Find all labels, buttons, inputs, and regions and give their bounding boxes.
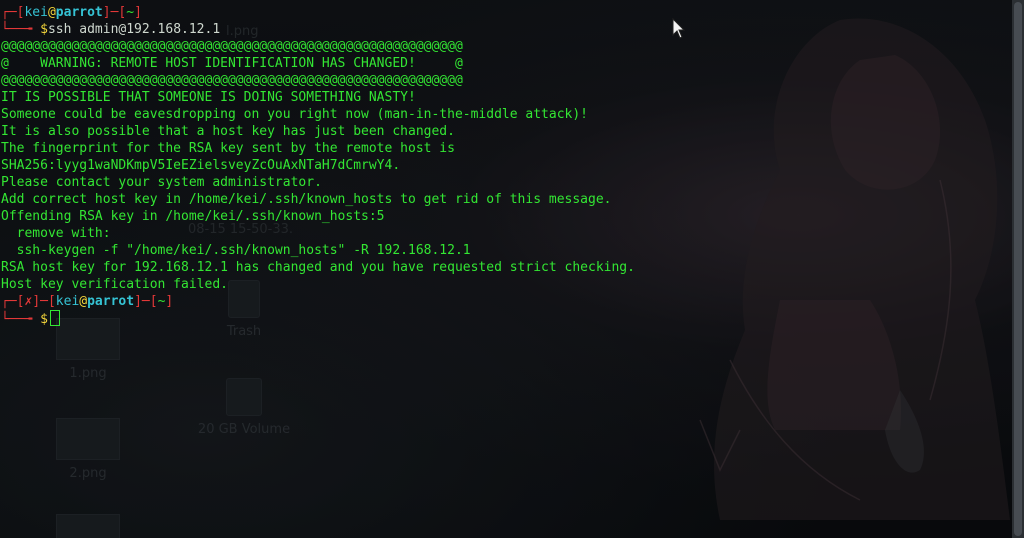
- output-line: IT IS POSSIBLE THAT SOMEONE IS DOING SOM…: [1, 90, 416, 105]
- scrollbar-thumb[interactable]: [1014, 2, 1022, 536]
- prompt-user: kei: [55, 294, 80, 309]
- output-line: Offending RSA key in /home/kei/.ssh/know…: [1, 209, 385, 224]
- output-line: SHA256:lyyg1waNDKmpV5IeEZielsveyZcOuAxNT…: [1, 158, 401, 173]
- output-line: ssh-keygen -f "/home/kei/.ssh/known_host…: [1, 243, 471, 258]
- output-line: It is also possible that a host key has …: [1, 124, 455, 139]
- entered-command: ssh admin@192.168.12.1: [47, 22, 221, 37]
- output-line: Please contact your system administrator…: [1, 175, 322, 190]
- prompt-host: parrot: [55, 5, 103, 20]
- output-line: remove with:: [1, 226, 111, 241]
- prompt-host: parrot: [87, 294, 135, 309]
- desktop-screen: l.png 08-15 15-50-33. Trash 1.png 20 GB …: [0, 0, 1024, 538]
- prompt-at: @: [47, 5, 56, 20]
- prompt-at: @: [79, 294, 88, 309]
- output-line: @ WARNING: REMOTE HOST IDENTIFICATION HA…: [1, 56, 463, 71]
- command-line-1: └──╼ $ssh admin@192.168.12.1: [1, 22, 221, 37]
- command-line-2[interactable]: └──╼ $: [0, 310, 1012, 327]
- prompt-line-2: ┌─[✗]─[kei@parrot]─[~]: [1, 294, 174, 309]
- text-cursor: [49, 310, 60, 326]
- terminal-scrollbar[interactable]: [1012, 0, 1024, 538]
- prompt-line-1: ┌─[kei@parrot]─[~]: [1, 5, 142, 20]
- prompt-dir: ~: [126, 5, 135, 20]
- prompt-symbol: $: [40, 22, 48, 37]
- output-line: @@@@@@@@@@@@@@@@@@@@@@@@@@@@@@@@@@@@@@@@…: [1, 73, 463, 88]
- output-line: Host key verification failed.: [1, 277, 228, 292]
- prompt-symbol: $: [40, 312, 48, 327]
- output-line: Someone could be eavesdropping on you ri…: [1, 107, 588, 122]
- output-line: Add correct host key in /home/kei/.ssh/k…: [1, 192, 612, 207]
- output-line: The fingerprint for the RSA key sent by …: [1, 141, 455, 156]
- output-line: @@@@@@@@@@@@@@@@@@@@@@@@@@@@@@@@@@@@@@@@…: [1, 39, 463, 54]
- prompt-user: kei: [24, 5, 48, 20]
- terminal-window[interactable]: ┌─[kei@parrot]─[~] └──╼ $ssh admin@192.1…: [0, 0, 1012, 538]
- output-line: RSA host key for 192.168.12.1 has change…: [1, 260, 635, 275]
- mouse-pointer-icon: [672, 18, 686, 39]
